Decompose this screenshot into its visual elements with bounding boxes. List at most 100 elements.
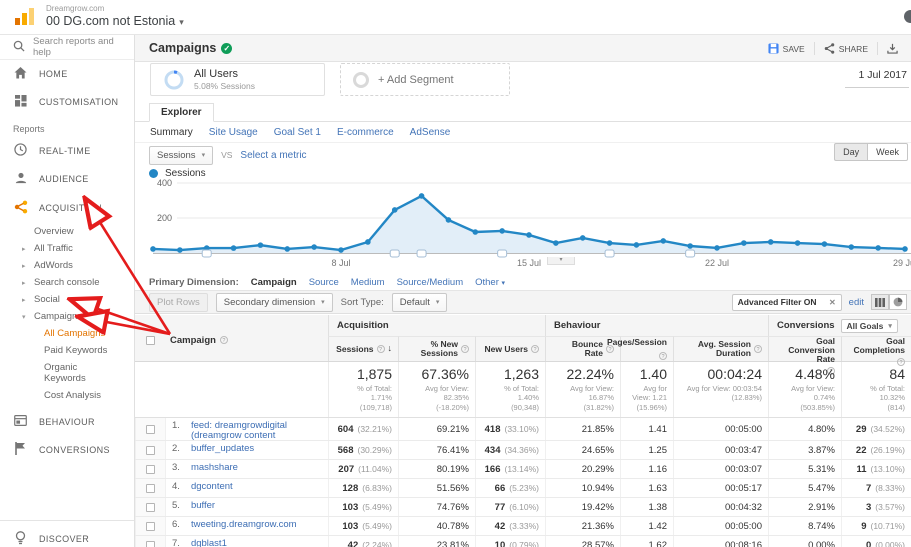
sidebar-item-behaviour[interactable]: BEHAVIOUR: [0, 408, 134, 435]
home-icon: [13, 67, 28, 81]
group-behaviour: Behaviour: [545, 315, 768, 336]
sort-desc-icon: ↓: [387, 343, 393, 354]
sidebar-item-all-traffic[interactable]: ▸ All Traffic: [0, 240, 134, 257]
sidebar-item-paid-keywords[interactable]: Paid Keywords: [0, 342, 134, 359]
metric-dropdown[interactable]: Sessions ▾: [149, 145, 214, 165]
account-selector[interactable]: 00 DG.com not Estonia ▾: [46, 14, 184, 28]
sidebar-item-discover[interactable]: DISCOVER: [0, 521, 134, 547]
dimension-medium[interactable]: Medium: [351, 277, 385, 288]
chevron-right-icon: ▸: [22, 262, 26, 270]
group-acquisition: Acquisition: [328, 315, 545, 336]
sidebar-item-social[interactable]: ▸ Social: [0, 291, 134, 308]
notifications-icon[interactable]: [904, 10, 911, 23]
row-checkbox[interactable]: [146, 464, 155, 474]
close-icon[interactable]: ✕: [829, 298, 836, 307]
cell-new-sessions: 51.56%: [398, 479, 475, 498]
dimension-other[interactable]: Other ▾: [475, 277, 505, 288]
cell-new-sessions: 23.81%: [398, 536, 475, 547]
select-metric-link[interactable]: Select a metric: [240, 150, 306, 161]
sidebar-item-realtime[interactable]: REAL-TIME: [0, 136, 134, 165]
sidebar-item-overview[interactable]: Overview: [0, 223, 134, 240]
sidebar-item-campaigns[interactable]: ▾ Campaigns: [0, 308, 134, 325]
sidebar-item-search-console[interactable]: ▸ Search console: [0, 274, 134, 291]
analytics-logo-icon[interactable]: [14, 8, 36, 31]
column-new-users[interactable]: New Users?: [475, 336, 545, 361]
row-checkbox[interactable]: [146, 540, 155, 547]
dimension-source-medium[interactable]: Source/Medium: [397, 277, 464, 288]
table-row: 7. dgblast1 42 (2.24%) 23.81% 10 (0.79%) 28…: [135, 536, 911, 547]
column-campaign[interactable]: Campaign?: [165, 315, 328, 361]
sidebar-item-cost-analysis[interactable]: Cost Analysis: [0, 387, 134, 404]
advanced-filter-chip[interactable]: Advanced Filter ON ✕: [731, 293, 842, 311]
add-segment-button[interactable]: + Add Segment: [340, 63, 510, 96]
sidebar-item-adwords[interactable]: ▸ AdWords: [0, 257, 134, 274]
campaign-link[interactable]: feed: dreamgrowdigital (dreamgrow conten…: [191, 421, 322, 440]
dimension-source[interactable]: Source: [309, 277, 339, 288]
sidebar-item-organic-keywords[interactable]: Organic Keywords: [0, 359, 134, 387]
select-all-checkbox[interactable]: [145, 335, 155, 345]
tab-explorer[interactable]: Explorer: [149, 103, 214, 122]
row-checkbox[interactable]: [146, 521, 155, 531]
help-icon[interactable]: ?: [659, 351, 667, 360]
sidebar-item-acquisition[interactable]: ACQUISITION: [0, 193, 134, 223]
sort-type-dropdown[interactable]: Default ▾: [391, 292, 448, 312]
column-goal-rate[interactable]: Goal Conversion Rate?: [768, 336, 841, 375]
edit-filter-link[interactable]: edit: [849, 297, 864, 308]
download-icon: [887, 43, 898, 54]
column-avg-duration[interactable]: Avg. Session Duration?: [673, 336, 768, 361]
all-goals-dropdown[interactable]: All Goals ▾: [840, 318, 898, 333]
campaign-link[interactable]: tweeting.dreamgrow.com: [191, 520, 297, 530]
sidebar-item-customisation[interactable]: CUSTOMISATION: [0, 88, 134, 116]
row-checkbox[interactable]: [146, 483, 155, 493]
save-button[interactable]: SAVE: [759, 40, 814, 57]
subtab-ecommerce[interactable]: E-commerce: [337, 127, 394, 138]
svg-text:200: 200: [157, 213, 172, 223]
help-icon[interactable]: ?: [754, 345, 762, 353]
annotations-drawer-toggle[interactable]: ▾: [547, 257, 575, 265]
granularity-day-button[interactable]: Day: [834, 143, 868, 161]
cell-pages-session: 1.38: [620, 498, 673, 517]
help-icon[interactable]: ?: [531, 345, 539, 353]
campaign-link[interactable]: mashshare: [191, 463, 238, 473]
campaign-link[interactable]: dgblast1: [191, 539, 227, 547]
help-icon[interactable]: ?: [461, 345, 469, 353]
subtab-goal-set-1[interactable]: Goal Set 1: [274, 127, 321, 138]
search-input[interactable]: Search reports and help: [0, 35, 134, 60]
subtab-summary[interactable]: Summary: [150, 127, 193, 138]
campaign-link[interactable]: buffer: [191, 501, 215, 511]
cell-avg-duration: 00:03:07: [673, 460, 768, 479]
sidebar-item-home[interactable]: HOME: [0, 60, 134, 88]
subtab-adsense[interactable]: AdSense: [410, 127, 451, 138]
subtab-site-usage[interactable]: Site Usage: [209, 127, 258, 138]
cell-new-users: 434 (34.36%): [475, 441, 545, 460]
row-checkbox[interactable]: [146, 445, 155, 455]
segment-all-users[interactable]: All Users 5.08% Sessions: [150, 63, 325, 96]
share-button[interactable]: SHARE: [815, 40, 877, 57]
campaign-link[interactable]: dgcontent: [191, 482, 233, 492]
cell-goal-completions: 3 (3.57%): [841, 498, 911, 517]
sidebar-item-audience[interactable]: AUDIENCE: [0, 165, 134, 193]
column-pages-session[interactable]: Pages/Session?: [607, 336, 673, 361]
help-icon[interactable]: ?: [219, 336, 228, 344]
granularity-week-button[interactable]: Week: [867, 143, 908, 161]
cell-sessions: 103 (5.49%): [328, 517, 398, 536]
segment-subtitle: 5.08% Sessions: [194, 81, 255, 91]
sidebar-item-conversions[interactable]: CONVERSIONS: [0, 435, 134, 464]
column-new-sessions[interactable]: % New Sessions?: [398, 336, 475, 361]
row-index: 1.: [172, 420, 180, 432]
column-goal-completions[interactable]: Goal Completions?: [841, 336, 911, 366]
help-icon[interactable]: ?: [376, 345, 385, 353]
row-checkbox[interactable]: [146, 502, 155, 512]
sidebar-item-all-campaigns[interactable]: All Campaigns: [0, 325, 134, 342]
secondary-dimension-dropdown[interactable]: Secondary dimension ▾: [215, 292, 333, 312]
row-checkbox[interactable]: [146, 424, 155, 434]
chevron-down-icon: ▾: [201, 152, 206, 159]
sessions-line-chart[interactable]: 200 400 8 Jul 15 Jul 22 Jul 29 Jul: [135, 178, 911, 272]
campaign-link[interactable]: buffer_updates: [191, 444, 254, 454]
export-button[interactable]: [878, 40, 907, 57]
cell-goal-rate: 2.91%: [768, 498, 841, 517]
column-sessions[interactable]: Sessions? ↓: [328, 336, 398, 361]
percentage-view-button[interactable]: [889, 294, 907, 310]
dimension-campaign[interactable]: Campaign: [251, 277, 297, 288]
table-view-button[interactable]: [871, 294, 889, 310]
